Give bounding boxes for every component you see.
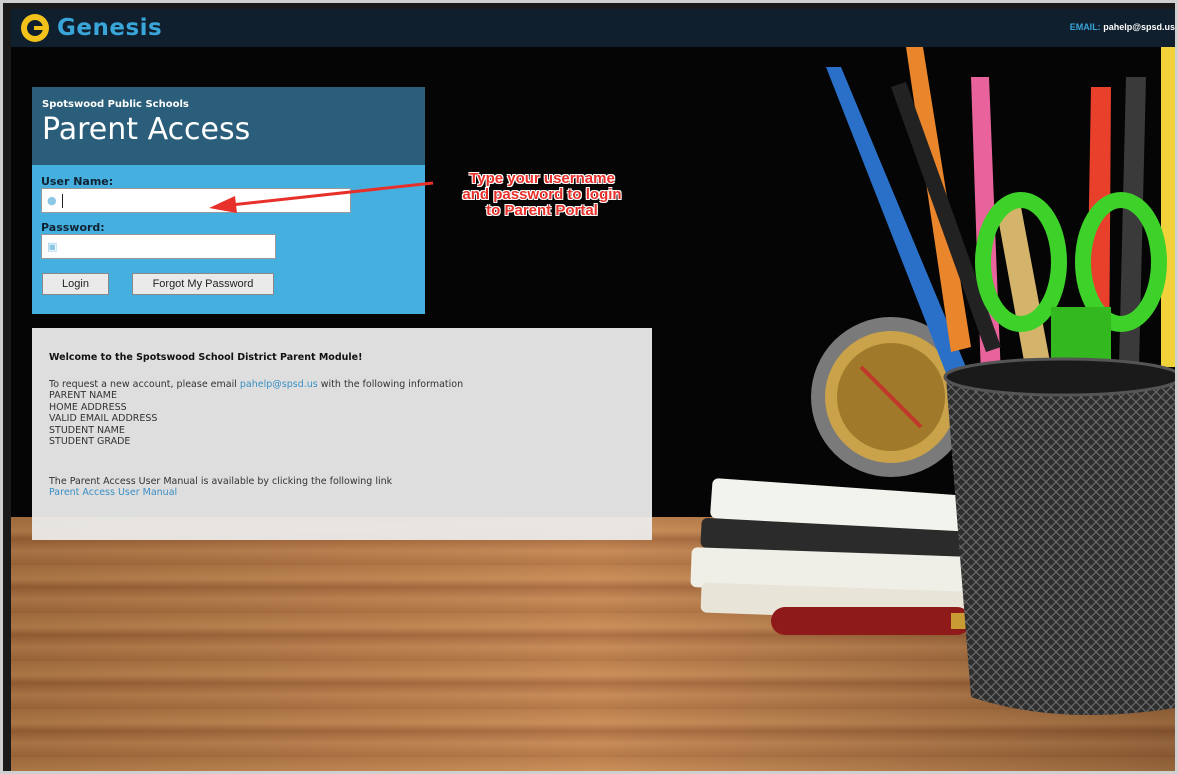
- browser-frame: Genesis EMAIL: pahelp@spsd.us Spotswood …: [0, 0, 1178, 774]
- manual-text: The Parent Access User Manual is availab…: [49, 475, 393, 487]
- request-suffix: with the following information: [317, 378, 464, 390]
- text-cursor: [62, 193, 63, 208]
- welcome-heading: Welcome to the Spotswood School District…: [49, 352, 363, 363]
- request-email-link[interactable]: pahelp@spsd.us: [240, 379, 318, 390]
- login-header: Spotswood Public Schools Parent Access: [32, 87, 425, 165]
- red-pen: [771, 607, 991, 635]
- required-field: VALID EMAIL ADDRESS: [49, 413, 158, 424]
- required-field: STUDENT NAME: [49, 424, 125, 436]
- brand-name: Genesis: [57, 15, 163, 41]
- username-field[interactable]: ●: [41, 188, 351, 213]
- request-prefix: To request a new account, please email: [49, 378, 240, 390]
- username-label: User Name:: [41, 175, 114, 188]
- lock-icon: ▣: [47, 239, 58, 253]
- request-instructions: To request a new account, please email p…: [49, 379, 635, 391]
- welcome-box: Welcome to the Spotswood School District…: [32, 328, 652, 540]
- annotation-text: Type your username and password to login…: [434, 171, 650, 219]
- annotation-line: to Parent Portal: [486, 202, 598, 219]
- user-icon: ●: [47, 193, 57, 207]
- notebook-stack: [690, 478, 972, 622]
- email-value[interactable]: pahelp@spsd.us: [1103, 22, 1175, 32]
- required-field: STUDENT GRADE: [49, 436, 131, 447]
- school-name: Spotswood Public Schools: [42, 99, 189, 110]
- annotation-line: Type your username: [469, 170, 615, 187]
- password-label: Password:: [41, 221, 105, 234]
- genesis-logo[interactable]: Genesis: [21, 14, 162, 42]
- top-bar: Genesis EMAIL: pahelp@spsd.us: [11, 9, 1175, 47]
- genesis-g-icon: [21, 14, 49, 42]
- user-manual-link[interactable]: Parent Access User Manual: [49, 487, 177, 498]
- page-title: Parent Access: [42, 112, 251, 147]
- required-field: HOME ADDRESS: [49, 401, 127, 413]
- annotation-line: and password to login: [462, 186, 622, 203]
- required-field: PARENT NAME: [49, 390, 117, 401]
- support-email: EMAIL: pahelp@spsd.us: [1070, 22, 1175, 32]
- password-field[interactable]: ▣: [41, 234, 276, 259]
- email-label: EMAIL:: [1069, 22, 1101, 32]
- forgot-password-button[interactable]: Forgot My Password: [132, 273, 274, 295]
- login-button[interactable]: Login: [42, 273, 109, 295]
- pencil-cup: [943, 357, 1175, 715]
